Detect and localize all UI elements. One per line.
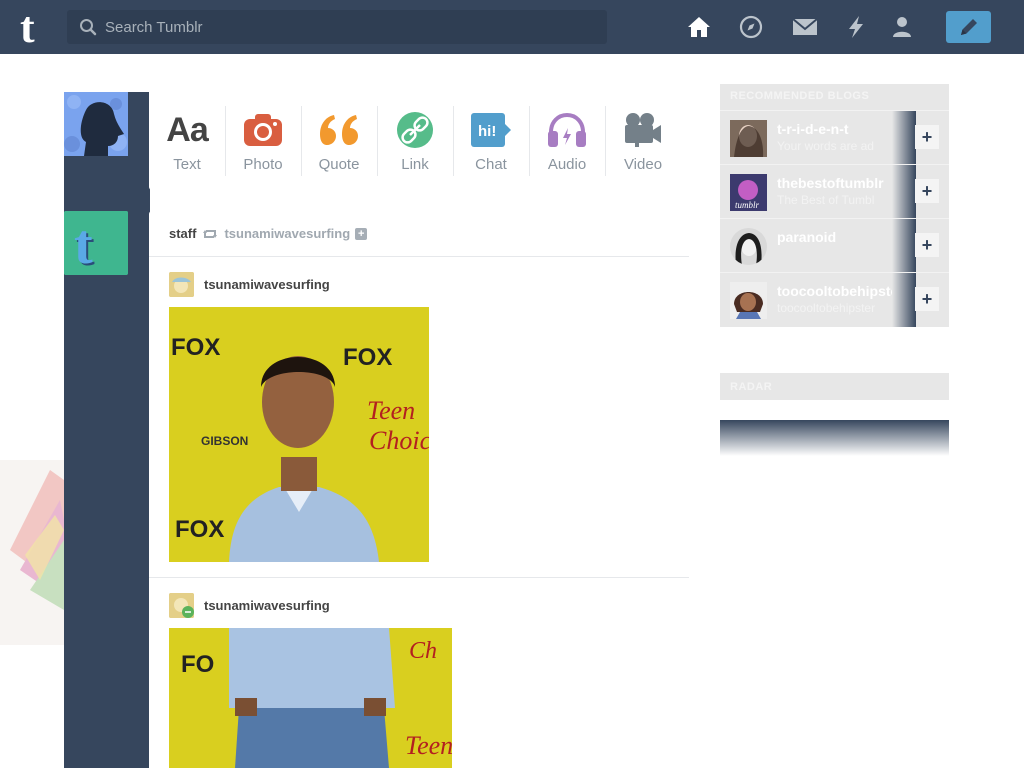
blog-tagline: Your words are ad [777, 139, 874, 153]
radar-content[interactable] [720, 420, 949, 456]
recommended-blog-item[interactable]: paranoid + [720, 218, 949, 273]
follow-plus-icon[interactable]: + [355, 227, 368, 240]
text-icon: Aa [166, 110, 208, 149]
blog-name[interactable]: paranoid [777, 229, 907, 245]
blog-avatar[interactable] [730, 120, 767, 157]
svg-text:tumblr: tumblr [735, 200, 760, 210]
svg-text:Choice: Choice [369, 426, 429, 455]
svg-text:Ch: Ch [409, 638, 437, 664]
entry-username[interactable]: tsunamiwavesurfing [204, 277, 330, 292]
post-chat-button[interactable]: hi! Chat [453, 92, 529, 190]
blog-avatar[interactable] [169, 593, 194, 618]
post-type-label: Photo [243, 156, 283, 173]
post-link-button[interactable]: Link [377, 92, 453, 190]
recommended-blog-item[interactable]: t-r-i-d-e-n-t Your words are ad + [720, 110, 949, 165]
svg-text:Teen: Teen [367, 396, 415, 425]
dashboard-post: staff tsunamiwavesurfing + tsunamiwavesu… [149, 211, 689, 768]
svg-text:FOX: FOX [343, 344, 392, 371]
post-type-bar: Aa Text Photo Quote Link hi! Chat Audio … [149, 92, 689, 190]
post-audio-button[interactable]: Audio [529, 92, 605, 190]
user-avatar[interactable] [64, 92, 128, 156]
post-video-button[interactable]: Video [605, 92, 681, 190]
post-photo-button[interactable]: Photo [225, 92, 301, 190]
background-image [0, 460, 64, 645]
explore-icon[interactable] [738, 14, 764, 40]
post-quote-button[interactable]: Quote [301, 92, 377, 190]
tumblr-logo-icon[interactable]: t [16, 3, 52, 52]
svg-text:FOX: FOX [171, 334, 220, 361]
top-navigation-bar: t [0, 0, 1024, 54]
svg-text:FO: FO [181, 651, 214, 678]
reblog-entry: tsunamiwavesurfing [169, 272, 330, 297]
search-input[interactable] [105, 10, 595, 44]
post-type-label: Video [623, 156, 663, 173]
home-icon[interactable] [686, 14, 712, 40]
blog-name[interactable]: toocooltobehipster [777, 283, 907, 299]
reblog-entry: tsunamiwavesurfing [169, 593, 330, 618]
radar-panel: RADAR [720, 373, 949, 400]
recommended-blog-item[interactable]: tumblr thebestoftumblr The Best of Tumbl… [720, 164, 949, 219]
panel-title: RADAR [730, 381, 773, 393]
post-text-button[interactable]: Aa Text [149, 92, 225, 190]
fade-overlay [892, 165, 916, 219]
svg-text:t: t [20, 6, 35, 48]
blog-name[interactable]: t-r-i-d-e-n-t [777, 121, 907, 137]
post-type-label: Link [401, 156, 429, 173]
post-source-link[interactable]: tsunamiwavesurfing [224, 226, 350, 241]
blog-avatar[interactable]: tumblr [730, 174, 767, 211]
svg-text:Teen: Teen [405, 731, 452, 760]
panel-title: RECOMMENDED BLOGS [730, 90, 870, 102]
inbox-icon[interactable] [792, 14, 818, 40]
video-camera-icon [625, 113, 661, 147]
post-type-label: Quote [318, 156, 360, 173]
link-icon [397, 112, 433, 148]
staff-avatar[interactable]: t t [64, 211, 128, 275]
reblog-icon [203, 229, 218, 238]
entry-username[interactable]: tsunamiwavesurfing [204, 598, 330, 613]
post-photo[interactable]: FOX FOX FOX Teen Choice GIBSON [169, 307, 429, 562]
recommended-blogs-panel: RECOMMENDED BLOGS t-r-i-d-e-n-t Your wor… [720, 84, 949, 327]
svg-text:FOX: FOX [175, 516, 224, 543]
chat-icon: hi! [471, 113, 511, 147]
fade-overlay [892, 111, 916, 165]
post-author-link[interactable]: staff [169, 226, 196, 241]
post-type-label: Chat [475, 156, 507, 173]
fade-overlay [892, 219, 916, 273]
post-type-label: Text [173, 156, 201, 173]
headphones-icon [548, 112, 586, 147]
camera-icon [244, 114, 282, 146]
blog-avatar[interactable] [730, 282, 767, 319]
pencil-icon [960, 19, 977, 35]
svg-text:t: t [74, 214, 93, 275]
search-box[interactable] [67, 10, 607, 44]
post-photo[interactable]: FO Ch Teen [169, 628, 452, 768]
activity-icon[interactable] [843, 14, 869, 40]
recommended-blog-item[interactable]: toocooltobehipster toocooltobehipster + [720, 272, 949, 327]
account-icon[interactable] [889, 14, 915, 40]
svg-text:GIBSON: GIBSON [201, 434, 248, 448]
dashboard-left-column [64, 92, 150, 768]
svg-text:hi!: hi! [478, 123, 496, 140]
blog-tagline: The Best of Tumbl [777, 193, 875, 207]
quote-icon [320, 115, 358, 145]
blog-avatar[interactable] [730, 228, 767, 265]
search-icon [80, 19, 97, 36]
compose-button[interactable] [946, 11, 991, 43]
blog-tagline: toocooltobehipster [777, 301, 876, 315]
blog-name[interactable]: thebestoftumblr [777, 175, 907, 191]
post-header: staff tsunamiwavesurfing + [149, 211, 689, 257]
follow-plus-icon[interactable]: + [915, 287, 939, 311]
fade-overlay [892, 273, 916, 327]
blog-avatar[interactable] [169, 272, 194, 297]
follow-plus-icon[interactable]: + [915, 233, 939, 257]
post-type-label: Audio [547, 156, 587, 173]
follow-plus-icon[interactable]: + [915, 125, 939, 149]
follow-plus-icon[interactable]: + [915, 179, 939, 203]
entry-divider [149, 577, 689, 578]
